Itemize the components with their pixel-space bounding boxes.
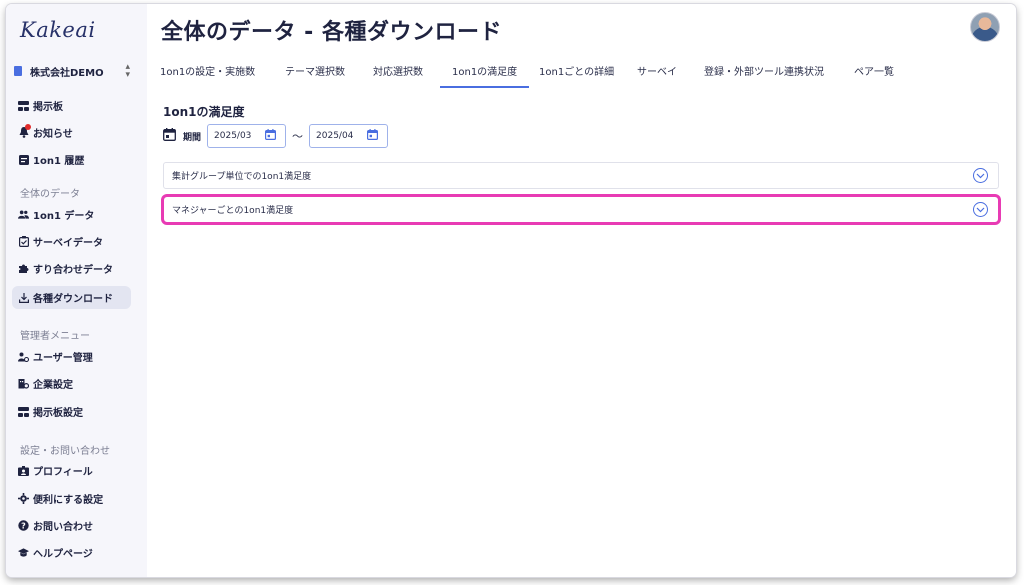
app-window: Kakeai 株式会社DEMO ▴ ▾ 掲示板 お知らせ 1on1 履歴 全体の… (6, 4, 1016, 577)
sidebar-item-user-management[interactable]: ユーザー管理 (12, 345, 131, 368)
sidebar-item-alignment-data[interactable]: すり合わせデータ (12, 257, 131, 280)
end-month-value: 2025/04 (316, 131, 354, 141)
chevron-updown-icon: ▴ ▾ (125, 62, 130, 80)
sidebar-item-company-settings[interactable]: 企業設定 (12, 372, 131, 395)
accordion-label: マネジャーごとの1on1満足度 (172, 206, 294, 216)
section-title-admin: 管理者メニュー (20, 331, 90, 342)
sidebar-item-preferences[interactable]: 便利にする設定 (12, 487, 131, 510)
sidebar-item-label: お問い合わせ (33, 522, 93, 533)
section-title-settings: 設定・お問い合わせ (20, 446, 110, 457)
chevron-down-icon[interactable] (973, 168, 988, 183)
sidebar-item-label: ヘルプページ (33, 549, 93, 560)
sidebar-item-label: すり合わせデータ (33, 265, 113, 276)
company-name: 株式会社DEMO (30, 67, 104, 79)
calendar-icon[interactable] (265, 129, 277, 143)
tab-1on1-details[interactable]: 1on1ごとの詳細 (539, 60, 614, 88)
period-filter: 期間 2025/03 〜 2025/04 (163, 124, 389, 148)
start-month-picker[interactable]: 2025/03 (207, 124, 287, 148)
start-month-value: 2025/03 (214, 131, 252, 141)
sidebar-item-label: サーベイデータ (33, 238, 103, 249)
sidebar-item-1on1-data[interactable]: 1on1 データ (12, 203, 131, 226)
sidebar-item-profile[interactable]: プロフィール (12, 459, 131, 482)
tab-1on1-settings-count[interactable]: 1on1の設定・実施数 (160, 60, 255, 88)
sidebar-item-help-page[interactable]: ヘルプページ (12, 541, 131, 564)
chevron-down-icon[interactable] (973, 202, 988, 217)
range-separator: 〜 (292, 130, 304, 143)
help-icon: ? (18, 520, 29, 531)
gear-icon (18, 493, 29, 504)
people-icon (18, 209, 29, 220)
notification-badge (25, 124, 31, 130)
graduation-icon (18, 547, 29, 558)
sidebar-item-label: 1on1 データ (33, 211, 95, 222)
company-icon (14, 66, 22, 76)
main-content: 全体のデータ - 各種ダウンロード 1on1の設定・実施数 テーマ選択数 対応選… (147, 4, 1016, 577)
end-month-picker[interactable]: 2025/04 (309, 124, 389, 148)
sidebar-item-notifications[interactable]: お知らせ (12, 121, 131, 144)
sidebar-item-label: 企業設定 (33, 380, 73, 391)
sidebar-item-label: 掲示板 (33, 102, 63, 113)
accordion-manager-satisfaction[interactable]: マネジャーごとの1on1満足度 (163, 196, 999, 223)
company-switcher[interactable]: 株式会社DEMO ▴ ▾ (14, 62, 130, 80)
tab-response-selection-count[interactable]: 対応選択数 (373, 60, 423, 88)
sidebar-item-label: お知らせ (33, 129, 73, 140)
sidebar-item-downloads[interactable]: 各種ダウンロード (12, 286, 131, 309)
sidebar-item-label: プロフィール (33, 467, 93, 478)
sidebar-item-label: 1on1 履歴 (33, 156, 85, 167)
sidebar-item-label: ユーザー管理 (33, 353, 93, 364)
history-icon (18, 154, 29, 165)
tab-1on1-satisfaction[interactable]: 1on1の満足度 (439, 60, 530, 88)
tab-pair-list[interactable]: ペア一覧 (854, 60, 894, 88)
download-icon (18, 292, 29, 303)
sidebar-item-survey-data[interactable]: サーベイデータ (12, 230, 131, 253)
section-title-all-data: 全体のデータ (20, 189, 80, 200)
survey-icon (18, 236, 29, 247)
tab-bar: 1on1の設定・実施数 テーマ選択数 対応選択数 1on1の満足度 1on1ごと… (147, 60, 1016, 88)
accordion-group-satisfaction[interactable]: 集計グループ単位での1on1満足度 (163, 162, 999, 189)
tab-theme-selection-count[interactable]: テーマ選択数 (285, 60, 345, 88)
app-logo[interactable]: Kakeai (20, 18, 96, 42)
sidebar-item-history[interactable]: 1on1 履歴 (12, 148, 131, 171)
accordion-label: 集計グループ単位での1on1満足度 (172, 172, 312, 182)
board-settings-icon (18, 406, 29, 417)
user-avatar[interactable] (970, 12, 1000, 42)
bell-icon (18, 124, 31, 138)
puzzle-icon (18, 263, 29, 274)
profile-icon (18, 465, 29, 476)
sidebar-item-label: 各種ダウンロード (33, 294, 113, 305)
calendar-icon[interactable] (367, 129, 379, 143)
sidebar: Kakeai 株式会社DEMO ▴ ▾ 掲示板 お知らせ 1on1 履歴 全体の… (6, 4, 147, 577)
user-manage-icon (18, 351, 29, 362)
sidebar-item-board[interactable]: 掲示板 (12, 94, 131, 117)
sidebar-item-board-settings[interactable]: 掲示板設定 (12, 400, 131, 423)
sidebar-item-contact[interactable]: ? お問い合わせ (12, 514, 131, 537)
page-title: 全体のデータ - 各種ダウンロード (161, 20, 502, 45)
period-label: 期間 (183, 132, 202, 143)
svg-text:?: ? (21, 521, 26, 530)
board-icon (18, 100, 29, 111)
tab-survey[interactable]: サーベイ (637, 60, 677, 88)
company-settings-icon (18, 378, 29, 389)
section-title: 1on1の満足度 (163, 105, 245, 119)
sidebar-item-label: 掲示板設定 (33, 408, 83, 419)
sidebar-item-label: 便利にする設定 (33, 495, 104, 506)
tab-registration-integration-status[interactable]: 登録・外部ツール連携状況 (704, 60, 824, 88)
calendar-icon (163, 128, 176, 144)
